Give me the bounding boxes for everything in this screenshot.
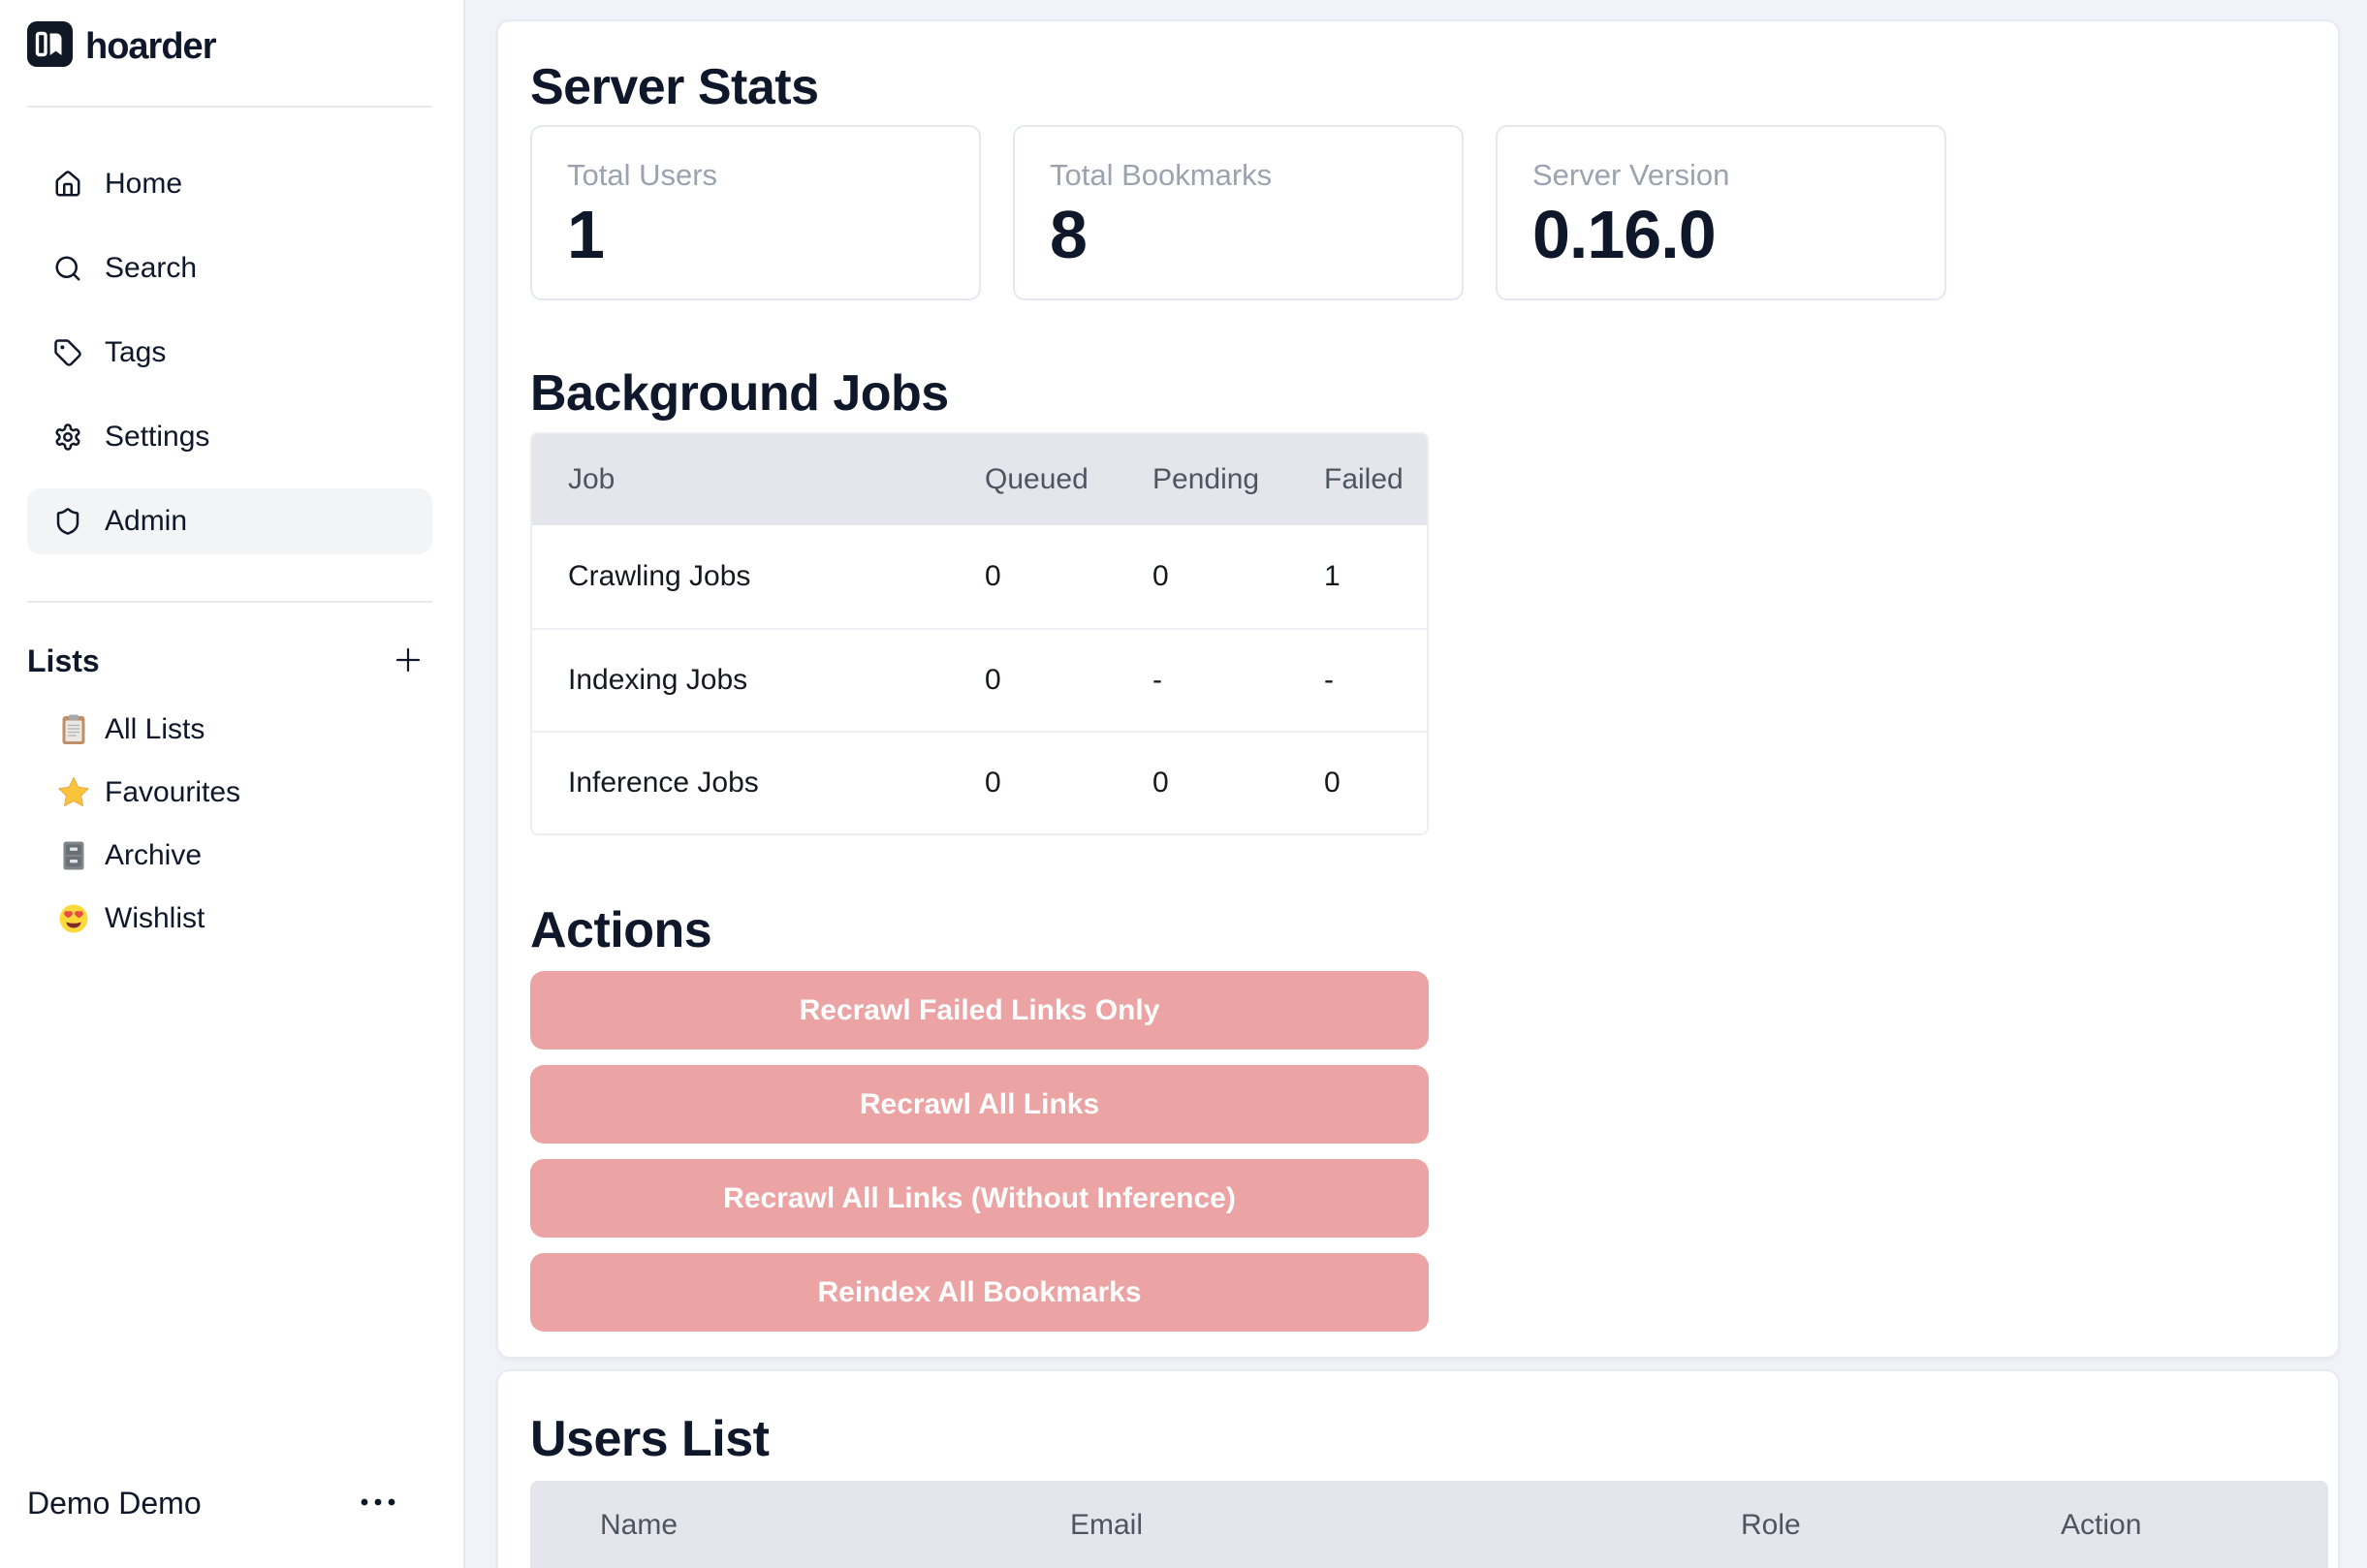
- background-jobs-table: Job Queued Pending Failed Crawling Jobs …: [530, 432, 1429, 835]
- users-table-header: Name Email Role Action: [530, 1481, 2328, 1568]
- server-stats-title: Server Stats: [530, 62, 819, 112]
- home-icon: [53, 170, 82, 199]
- admin-panel: Server Stats Total Users 1 Total Bookmar…: [496, 19, 2340, 1359]
- sidebar-item-admin[interactable]: Admin: [27, 488, 432, 554]
- sidebar-item-label: Admin: [105, 505, 187, 538]
- list-item-label: Archive: [105, 839, 202, 872]
- lists-title: Lists: [27, 643, 100, 679]
- cell-failed: 1: [1324, 560, 1427, 593]
- cell-pending: -: [1152, 664, 1324, 697]
- cell-failed: 0: [1324, 767, 1427, 800]
- column-header-action: Action: [2061, 1509, 2141, 1542]
- sidebar-item-tags[interactable]: Tags: [27, 320, 432, 386]
- column-header-job: Job: [532, 463, 985, 496]
- sidebar: hoarder Home Search Tags Settings: [0, 0, 465, 1568]
- user-menu[interactable]: Demo Demo: [27, 1475, 432, 1529]
- hoarder-logo[interactable]: hoarder: [27, 21, 215, 72]
- stat-value: 8: [1050, 201, 1427, 268]
- list-item-all-lists[interactable]: All Lists: [27, 706, 432, 754]
- stat-value: 0.16.0: [1532, 201, 1909, 268]
- sidebar-item-label: Settings: [105, 421, 209, 454]
- server-stats-cards: Total Users 1 Total Bookmarks 8 Server V…: [530, 125, 1946, 300]
- stat-card-server-version: Server Version 0.16.0: [1496, 125, 1946, 300]
- stat-card-total-bookmarks: Total Bookmarks 8: [1013, 125, 1464, 300]
- admin-actions: Recrawl Failed Links Only Recrawl All Li…: [530, 971, 1429, 1332]
- list-item-label: All Lists: [105, 713, 205, 746]
- plus-icon: [390, 642, 426, 678]
- list-item-archive[interactable]: Archive: [27, 831, 432, 880]
- hoarder-logo-icon: [27, 21, 73, 72]
- cell-pending: 0: [1152, 560, 1324, 593]
- stat-label: Total Users: [567, 158, 944, 193]
- user-options-button[interactable]: [359, 1485, 397, 1520]
- sidebar-item-label: Search: [105, 252, 197, 285]
- user-name: Demo Demo: [27, 1486, 202, 1521]
- sidebar-item-settings[interactable]: Settings: [27, 404, 432, 470]
- table-row-indexing-jobs: Indexing Jobs 0 - -: [532, 628, 1427, 731]
- stat-label: Total Bookmarks: [1050, 158, 1427, 193]
- column-header-pending: Pending: [1152, 463, 1324, 496]
- recrawl-all-links-without-inference-button[interactable]: Recrawl All Links (Without Inference): [530, 1159, 1429, 1238]
- cell-queued: 0: [985, 560, 1152, 593]
- column-header-role: Role: [1741, 1509, 1801, 1542]
- stat-card-total-users: Total Users 1: [530, 125, 981, 300]
- cell-job: Inference Jobs: [532, 767, 985, 800]
- sidebar-divider-top: [27, 106, 432, 108]
- lists-items: All Lists Favourites Archive Wishlist: [27, 706, 432, 957]
- column-header-queued: Queued: [985, 463, 1152, 496]
- stat-label: Server Version: [1532, 158, 1909, 193]
- column-header-email: Email: [1070, 1509, 1143, 1542]
- column-header-name: Name: [600, 1509, 678, 1542]
- lists-header: Lists: [27, 640, 432, 684]
- users-list-title: Users List: [530, 1414, 769, 1464]
- main-content: Server Stats Total Users 1 Total Bookmar…: [465, 0, 2367, 1568]
- cell-queued: 0: [985, 767, 1152, 800]
- users-list-panel: Users List Name Email Role Action: [496, 1369, 2340, 1568]
- cell-job: Crawling Jobs: [532, 560, 985, 593]
- search-icon: [53, 254, 82, 283]
- cell-pending: 0: [1152, 767, 1324, 800]
- column-header-failed: Failed: [1324, 463, 1427, 496]
- list-item-favourites[interactable]: Favourites: [27, 768, 432, 817]
- recrawl-failed-links-button[interactable]: Recrawl Failed Links Only: [530, 971, 1429, 1050]
- file-cabinet-emoji-icon: [56, 838, 91, 873]
- ellipsis-icon: [359, 1485, 397, 1520]
- actions-title: Actions: [530, 905, 711, 956]
- background-jobs-title: Background Jobs: [530, 368, 949, 419]
- list-item-label: Favourites: [105, 776, 240, 809]
- stat-value: 1: [567, 201, 944, 268]
- sidebar-item-label: Home: [105, 168, 182, 201]
- list-item-label: Wishlist: [105, 902, 205, 935]
- star-emoji-icon: [56, 775, 91, 810]
- sidebar-item-search[interactable]: Search: [27, 235, 432, 301]
- sidebar-nav: Home Search Tags Settings Admin: [27, 151, 432, 573]
- sidebar-item-home[interactable]: Home: [27, 151, 432, 217]
- tag-icon: [53, 338, 82, 367]
- cell-failed: -: [1324, 664, 1427, 697]
- table-row-inference-jobs: Inference Jobs 0 0 0: [532, 731, 1427, 833]
- heart-eyes-emoji-icon: [56, 901, 91, 936]
- reindex-all-bookmarks-button[interactable]: Reindex All Bookmarks: [530, 1253, 1429, 1332]
- cell-queued: 0: [985, 664, 1152, 697]
- sidebar-item-label: Tags: [105, 336, 166, 369]
- add-list-button[interactable]: [390, 642, 426, 678]
- sidebar-divider-bottom: [27, 601, 432, 603]
- jobs-table-header: Job Queued Pending Failed: [532, 434, 1427, 525]
- clipboard-emoji-icon: [56, 712, 91, 747]
- recrawl-all-links-button[interactable]: Recrawl All Links: [530, 1065, 1429, 1144]
- table-row-crawling-jobs: Crawling Jobs 0 0 1: [532, 525, 1427, 628]
- list-item-wishlist[interactable]: Wishlist: [27, 894, 432, 943]
- cell-job: Indexing Jobs: [532, 664, 985, 697]
- brand-name: hoarder: [85, 26, 215, 68]
- gear-icon: [53, 423, 82, 452]
- shield-icon: [53, 507, 82, 536]
